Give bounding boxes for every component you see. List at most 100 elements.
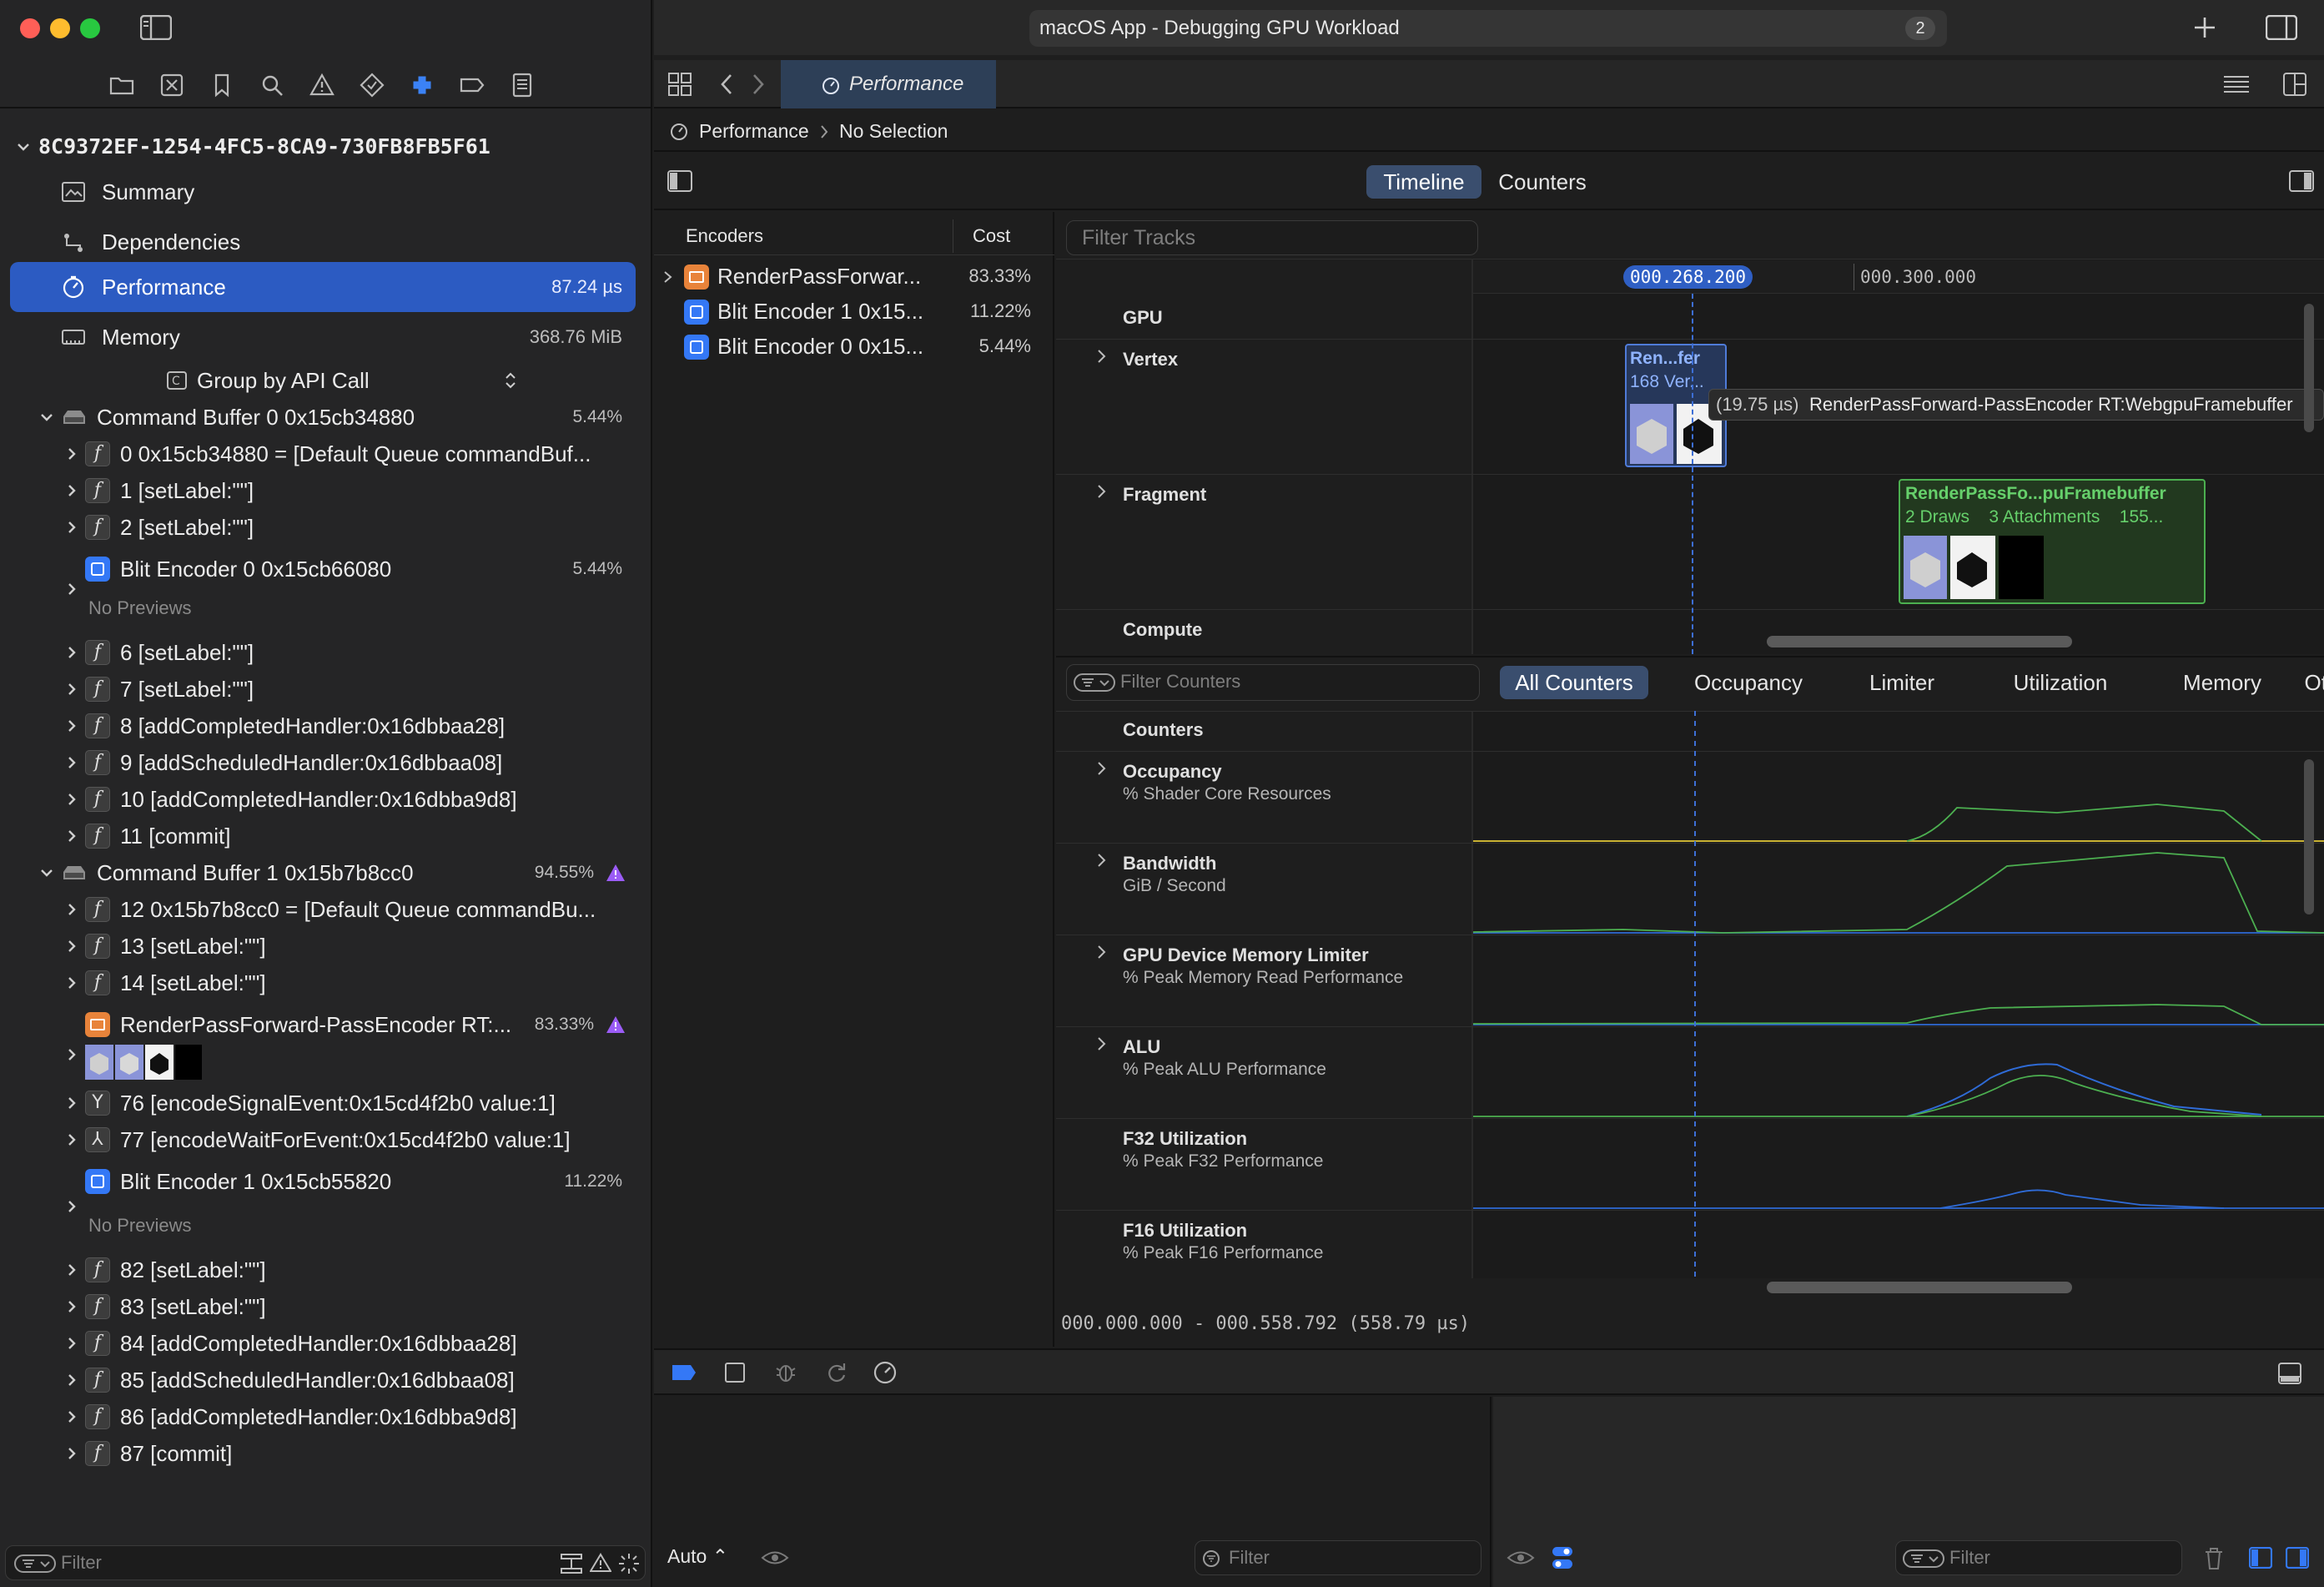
- encoders-column-name[interactable]: Encoders: [686, 217, 763, 255]
- sidebar-toggle-icon[interactable]: [140, 15, 172, 40]
- api-call-row[interactable]: f 7 [setLabel:""]: [0, 671, 652, 708]
- warning-triangle-icon[interactable]: [606, 864, 626, 882]
- counter-name[interactable]: F32 Utilization: [1123, 1128, 1247, 1150]
- breadcrumb-root[interactable]: Performance: [699, 110, 809, 152]
- chevron-right-icon[interactable]: [63, 1372, 80, 1388]
- blit-encoder-0[interactable]: Blit Encoder 0 0x15cb66080 5.44%: [0, 551, 652, 587]
- section-memory[interactable]: Memory 368.76 MiB: [0, 319, 652, 355]
- api-call-row[interactable]: f 85 [addScheduledHandler:0x16dbbaa08]: [0, 1362, 652, 1398]
- chevron-right-icon[interactable]: [1096, 853, 1108, 868]
- chevron-right-icon[interactable]: [662, 270, 674, 284]
- split-editor-icon[interactable]: [2282, 72, 2307, 97]
- chevron-right-icon[interactable]: [63, 1298, 80, 1315]
- chevron-right-icon[interactable]: [63, 1408, 80, 1425]
- test-icon[interactable]: [359, 72, 385, 98]
- timeline-vertical-scrollbar[interactable]: [2304, 304, 2314, 432]
- debug-navigator-icon[interactable]: [409, 72, 435, 98]
- chevron-right-icon[interactable]: [63, 828, 80, 844]
- chevron-right-icon[interactable]: [63, 938, 80, 955]
- chevron-right-icon[interactable]: [63, 791, 80, 808]
- reload-icon[interactable]: [824, 1360, 848, 1383]
- section-performance[interactable]: Performance 87.24 µs: [0, 269, 652, 305]
- chevron-right-icon[interactable]: [63, 1445, 80, 1462]
- folder-icon[interactable]: [108, 72, 135, 98]
- section-summary[interactable]: Summary: [0, 174, 652, 210]
- back-icon[interactable]: [717, 72, 736, 97]
- api-call-row[interactable]: f 84 [addCompletedHandler:0x16dbbaa28]: [0, 1325, 652, 1362]
- counter-name[interactable]: GPU Device Memory Limiter: [1123, 945, 1369, 966]
- inspector-toggle-icon[interactable]: [2266, 15, 2297, 40]
- api-call-row[interactable]: f 2 [setLabel:""]: [0, 509, 652, 546]
- chevron-right-icon[interactable]: [1096, 945, 1108, 960]
- api-call-row[interactable]: f 87 [commit]: [0, 1435, 652, 1472]
- counter-tab-limiter[interactable]: Limiter: [1835, 666, 1969, 699]
- navigator-filter[interactable]: Filter: [5, 1545, 646, 1580]
- tab-performance[interactable]: Performance: [781, 60, 996, 108]
- chevron-right-icon[interactable]: [63, 681, 80, 698]
- counter-name[interactable]: Bandwidth: [1123, 853, 1216, 874]
- gauge-icon[interactable]: [873, 1360, 898, 1385]
- api-call-row[interactable]: f 10 [addCompletedHandler:0x16dbba9d8]: [0, 781, 652, 818]
- chevron-right-icon[interactable]: [63, 581, 80, 597]
- counter-tab-other[interactable]: Other: [2286, 666, 2324, 699]
- counter-name[interactable]: F16 Utilization: [1123, 1220, 1247, 1242]
- counter-tab-utilization[interactable]: Utilization: [1974, 666, 2147, 699]
- encoder-row[interactable]: Blit Encoder 0 0x15... 5.44%: [654, 329, 1054, 364]
- chevron-down-icon[interactable]: [38, 864, 55, 881]
- right-panel-toggle-icon[interactable]: [2289, 170, 2314, 192]
- api-call-row[interactable]: f 12 0x15b7b8cc0 = [Default Queue comman…: [0, 891, 652, 928]
- search-icon[interactable]: [259, 72, 285, 98]
- api-call-row[interactable]: f 13 [setLabel:""]: [0, 928, 652, 965]
- editor-options-icon[interactable]: [2222, 73, 2251, 95]
- section-dependencies[interactable]: Dependencies: [0, 224, 652, 260]
- variables-filter[interactable]: Filter: [1195, 1540, 1481, 1575]
- warning-filter-icon[interactable]: [590, 1553, 611, 1573]
- encoder-row[interactable]: RenderPassForwar... 83.33%: [654, 259, 1054, 294]
- counter-tab-memory[interactable]: Memory: [2149, 666, 2296, 699]
- api-call-row[interactable]: f 82 [setLabel:""]: [0, 1252, 652, 1288]
- group-by-popup[interactable]: C Group by API Call: [0, 362, 652, 399]
- chevron-right-icon[interactable]: [63, 1131, 80, 1148]
- chevron-right-icon[interactable]: [63, 1046, 80, 1063]
- forward-icon[interactable]: [749, 72, 767, 97]
- zoom-window-button[interactable]: [80, 18, 100, 38]
- timeline-horizontal-scrollbar[interactable]: [1767, 636, 2072, 647]
- counter-name[interactable]: Occupancy: [1123, 761, 1222, 783]
- chevron-right-icon[interactable]: [1096, 1036, 1108, 1051]
- track-label-fragment[interactable]: Fragment: [1123, 484, 1206, 506]
- chevron-right-icon[interactable]: [63, 1335, 80, 1352]
- command-buffer-0[interactable]: Command Buffer 0 0x15cb34880 5.44%: [0, 399, 652, 436]
- api-call-row[interactable]: f 11 [commit]: [0, 818, 652, 854]
- report-icon[interactable]: [509, 72, 536, 98]
- counter-name[interactable]: ALU: [1123, 1036, 1160, 1058]
- filter-counters-input[interactable]: Filter Counters: [1066, 664, 1480, 701]
- debug-bug-icon[interactable]: [774, 1360, 797, 1383]
- command-buffer-1[interactable]: Command Buffer 1 0x15b7b8cc0 94.55%: [0, 854, 652, 891]
- breakpoint-icon[interactable]: [459, 72, 485, 98]
- console-filter[interactable]: Filter: [1895, 1540, 2182, 1575]
- chevron-right-icon[interactable]: [63, 644, 80, 661]
- api-call-row[interactable]: f 6 [setLabel:""]: [0, 634, 652, 671]
- left-panel-toggle-icon[interactable]: [667, 170, 692, 192]
- api-call-row[interactable]: f 0 0x15cb34880 = [Default Queue command…: [0, 436, 652, 472]
- chevron-right-icon[interactable]: [63, 975, 80, 991]
- api-call-row[interactable]: f 9 [addScheduledHandler:0x16dbbaa08]: [0, 744, 652, 781]
- breadcrumb-selection[interactable]: No Selection: [839, 110, 948, 152]
- api-call-row[interactable]: f 1 [setLabel:""]: [0, 472, 652, 509]
- render-pass-encoder[interactable]: RenderPassForward-PassEncoder RT:... 83.…: [0, 1006, 652, 1043]
- show-variables-icon[interactable]: [2249, 1547, 2272, 1569]
- activity-icon[interactable]: [618, 1553, 640, 1574]
- encoders-column-cost[interactable]: Cost: [973, 217, 1010, 255]
- api-call-row[interactable]: f 14 [setLabel:""]: [0, 965, 652, 1001]
- hierarchy-icon[interactable]: [560, 1553, 583, 1574]
- close-window-button[interactable]: [20, 18, 40, 38]
- counter-tab-occupancy[interactable]: Occupancy: [1665, 666, 1832, 699]
- tab-timeline[interactable]: Timeline: [1366, 165, 1481, 199]
- chevron-right-icon[interactable]: [63, 1095, 80, 1111]
- grid-icon[interactable]: [667, 72, 692, 97]
- track-label-vertex[interactable]: Vertex: [1123, 349, 1178, 370]
- window-title-bar[interactable]: macOS App - Debugging GPU Workload 2: [1029, 10, 1947, 47]
- filter-tracks-input[interactable]: Filter Tracks: [1066, 220, 1478, 255]
- add-icon[interactable]: [2192, 15, 2217, 40]
- warning-triangle-icon[interactable]: [606, 1015, 626, 1034]
